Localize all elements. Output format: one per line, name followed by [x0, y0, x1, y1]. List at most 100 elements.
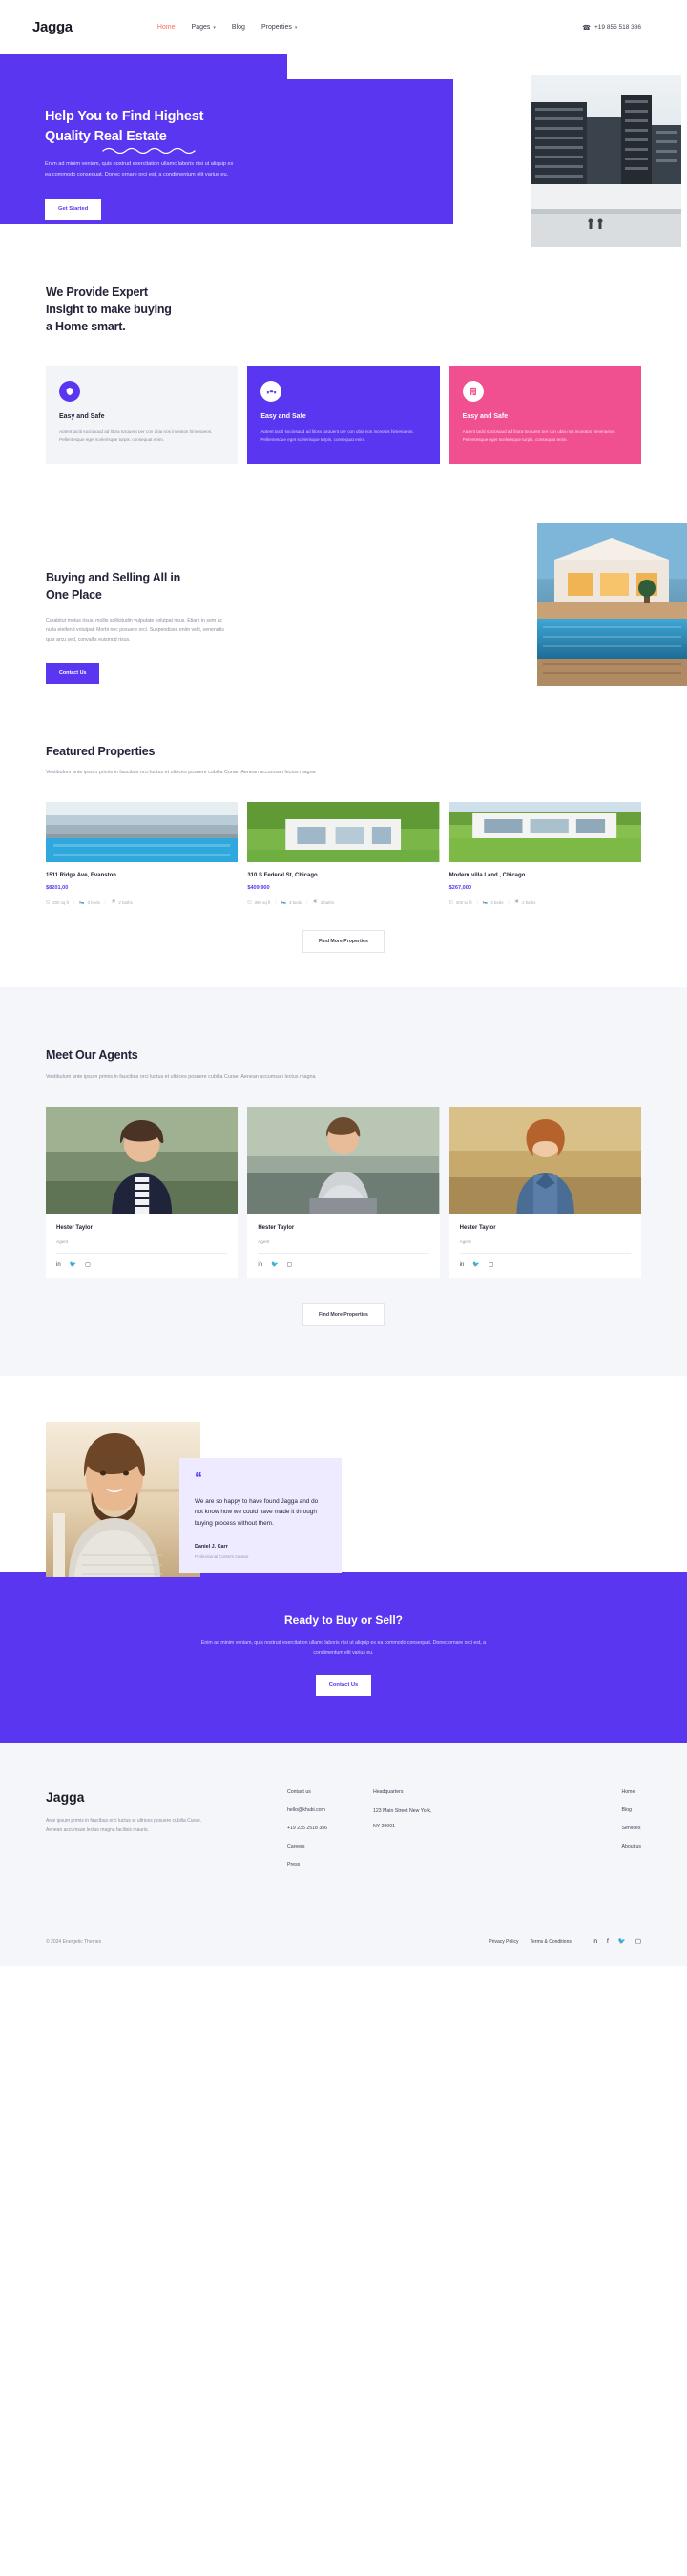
expert-title-line3: a Home smart.	[46, 320, 126, 334]
nav-item-blog[interactable]: Blog	[232, 24, 245, 31]
instagram-icon[interactable]: ▢	[635, 1938, 641, 1946]
footer-press-link[interactable]: Press	[287, 1862, 327, 1868]
twitter-icon[interactable]: 🐦	[271, 1262, 278, 1268]
property-sqft: ◱ 300 sq ft	[448, 899, 472, 905]
footer-contact-column: Contact us hello@khubi.com +19 235 2518 …	[287, 1789, 327, 1880]
footer-top: Jagga Ante ipsum primis in faucibus orci…	[46, 1789, 641, 1880]
property-card[interactable]: Modern villa Land , Chicago $267,000 ◱ 3…	[448, 802, 641, 905]
cta-contact-button[interactable]: Contact Us	[315, 1674, 372, 1696]
agent-card[interactable]: Hester Taylor Agent in 🐦 ▢	[448, 1106, 641, 1278]
buying-title: Buying and Selling All in One Place	[46, 569, 246, 603]
property-beds: 🛌 3 beds	[79, 899, 100, 905]
footer-phone[interactable]: +19 235 2518 356	[287, 1826, 327, 1831]
feature-card[interactable]: Easy and Safe Aptent taciti sociosqud ad…	[448, 366, 641, 465]
property-sqft: ◱ 300 sq ft	[247, 899, 271, 905]
property-title: Modern villa Land , Chicago	[448, 873, 526, 879]
instagram-icon[interactable]: ▢	[489, 1262, 494, 1268]
footer-careers-link[interactable]: Careers	[287, 1844, 327, 1849]
agent-photo	[448, 1106, 641, 1214]
feature-card[interactable]: Easy and Safe Aptent taciti sociosqud ad…	[247, 366, 440, 465]
footer-email[interactable]: hello@khubi.com	[287, 1807, 327, 1813]
meta-divider: |	[306, 899, 308, 905]
instagram-icon[interactable]: ▢	[286, 1262, 292, 1268]
property-beds: 🛌 3 beds	[281, 899, 302, 905]
hero-content: Help You to Find Highest Quality Real Es…	[0, 54, 286, 220]
agent-name: Hester Taylor	[258, 1224, 295, 1231]
agent-card[interactable]: Hester Taylor Agent in 🐦 ▢	[247, 1106, 440, 1278]
property-card[interactable]: 310 S Federal St, Chicago $409,900 ◱ 300…	[247, 802, 440, 905]
property-beds: 🛌 3 beds	[482, 899, 504, 905]
agent-card[interactable]: Hester Taylor Agent in 🐦 ▢	[46, 1106, 239, 1278]
find-more-properties-button[interactable]: Find More Properties	[302, 930, 385, 954]
nav-item-pages[interactable]: Pages ▾	[192, 24, 216, 31]
footer-bottom: © 2024 Energetic Themes Privacy Policy T…	[46, 1926, 641, 1967]
twitter-icon[interactable]: 🐦	[618, 1938, 626, 1946]
footer-legal-links: Privacy Policy Terms & Conditions	[489, 1939, 571, 1945]
hero-image	[531, 75, 681, 247]
property-list: 1511 Ridge Ave, Evanston $8201,00 ◱ 300 …	[46, 802, 641, 905]
feature-card[interactable]: Easy and Safe Aptent taciti sociosqud ad…	[46, 366, 239, 465]
agent-info: Hester Taylor Agent in 🐦 ▢	[247, 1214, 439, 1278]
feature-card-body: Aptent taciti sociosqud ad litora torque…	[462, 429, 616, 443]
header-phone[interactable]: ☎ +19 855 518 386	[582, 24, 641, 32]
buying-title-line1: Buying and Selling All in	[46, 571, 181, 585]
testimonial-image	[46, 1421, 200, 1577]
twitter-icon[interactable]: 🐦	[70, 1262, 76, 1268]
property-image	[448, 802, 641, 863]
site-logo[interactable]: Jagga	[32, 19, 73, 35]
expert-title: We Provide Expert Insight to make buying…	[46, 284, 641, 335]
chevron-down-icon: ▾	[294, 24, 298, 31]
footer-hq-address-line1: 123 Main Street New York,	[372, 1807, 432, 1814]
footer-nav-about[interactable]: About us	[622, 1844, 641, 1849]
footer-headquarters-column: Headquarters 123 Main Street New York, N…	[373, 1789, 468, 1880]
nav-item-properties[interactable]: Properties ▾	[261, 24, 297, 31]
get-started-button[interactable]: Get Started	[45, 198, 102, 220]
feature-card-body: Aptent taciti sociosqud ad litora torque…	[260, 429, 414, 443]
bed-icon: 🛌	[281, 899, 286, 905]
agent-photo	[46, 1106, 239, 1214]
footer-contact-heading: Contact us	[287, 1788, 311, 1795]
footer-hq-address-line2: NY 20001	[372, 1823, 395, 1829]
property-sqft: ◱ 300 sq ft	[46, 899, 69, 905]
agent-social-links: in 🐦 ▢	[460, 1262, 631, 1268]
shield-icon	[59, 381, 80, 403]
facebook-icon[interactable]: f	[607, 1938, 609, 1946]
linkedin-icon[interactable]: in	[460, 1262, 465, 1268]
feature-card-body: Aptent taciti sociosqud ad litora torque…	[59, 429, 213, 443]
nav-item-home[interactable]: Home	[157, 24, 176, 31]
property-price: $267,000	[448, 885, 471, 892]
bed-icon: 🛌	[482, 899, 489, 905]
contact-us-button[interactable]: Contact Us	[46, 662, 100, 684]
linkedin-icon[interactable]: in	[593, 1938, 597, 1946]
meta-divider: |	[275, 899, 277, 905]
linkedin-icon[interactable]: in	[56, 1262, 61, 1268]
hero-title-line1: Help You to Find Highest	[45, 109, 204, 124]
footer-nav-services[interactable]: Services	[622, 1826, 641, 1831]
property-card[interactable]: 1511 Ridge Ave, Evanston $8201,00 ◱ 300 …	[46, 802, 239, 905]
property-title: 310 S Federal St, Chicago	[247, 873, 318, 879]
feature-card-list: Easy and Safe Aptent taciti sociosqud ad…	[46, 366, 641, 465]
agent-info: Hester Taylor Agent in 🐦 ▢	[46, 1214, 238, 1278]
footer-description: Ante ipsum primis in faucibus orci luctu…	[46, 1817, 202, 1833]
buying-selling-section: Buying and Selling All in One Place Cura…	[0, 523, 687, 686]
terms-conditions-link[interactable]: Terms & Conditions	[531, 1939, 572, 1945]
find-more-agents-button[interactable]: Find More Properties	[302, 1302, 385, 1326]
meta-divider: |	[73, 899, 75, 905]
property-image	[247, 802, 440, 863]
instagram-icon[interactable]: ▢	[85, 1262, 91, 1268]
footer-nav-blog[interactable]: Blog	[622, 1807, 641, 1813]
property-image	[46, 802, 239, 863]
hero-body: Enim ad minim veniam, quis nostrud exerc…	[45, 161, 234, 179]
footer-hq-heading: Headquarters	[372, 1788, 404, 1795]
footer-brand: Jagga Ante ipsum primis in faucibus orci…	[46, 1789, 251, 1880]
property-price: $8201,00	[46, 885, 69, 892]
footer-logo[interactable]: Jagga	[46, 1789, 251, 1805]
linkedin-icon[interactable]: in	[258, 1262, 262, 1268]
privacy-policy-link[interactable]: Privacy Policy	[489, 1939, 518, 1945]
ruler-icon: ◱	[448, 899, 453, 905]
meta-divider: |	[476, 899, 478, 905]
phone-icon: ☎	[582, 24, 592, 32]
twitter-icon[interactable]: 🐦	[472, 1262, 479, 1268]
meta-divider: |	[508, 899, 510, 905]
footer-nav-home[interactable]: Home	[622, 1789, 641, 1795]
